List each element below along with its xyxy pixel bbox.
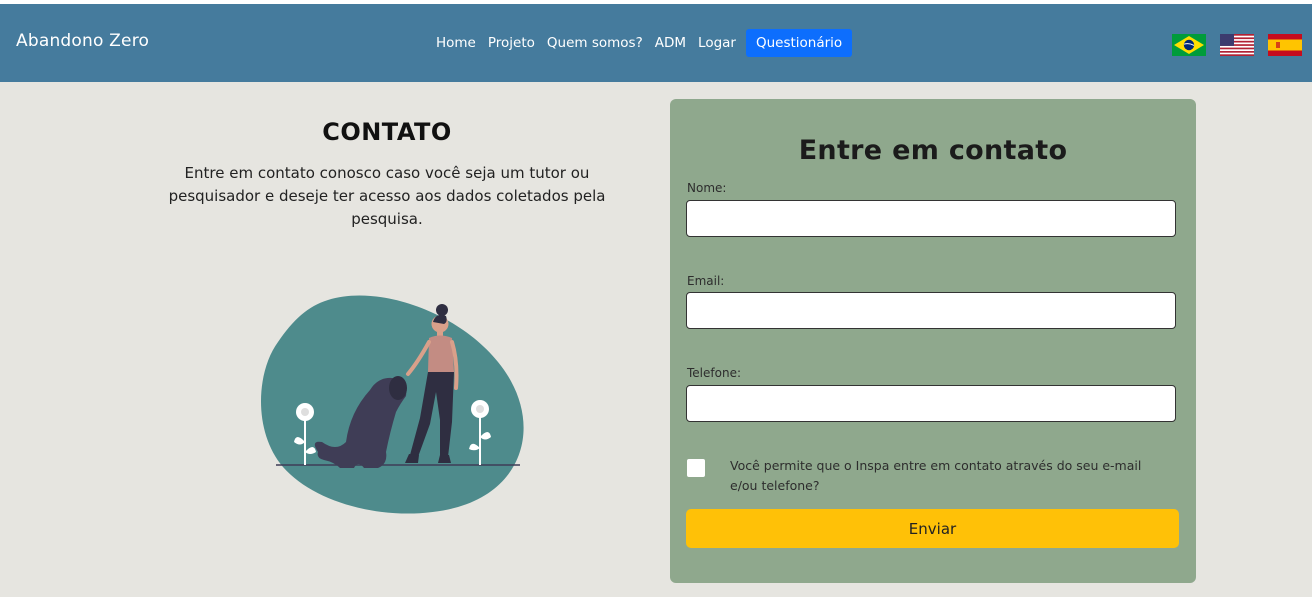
phone-label: Telefone:: [687, 366, 741, 380]
nav-link-questionario[interactable]: Questionário: [745, 29, 853, 57]
submit-button[interactable]: Enviar: [686, 509, 1179, 548]
contact-title: CONTATO: [322, 118, 452, 146]
nav-link-home[interactable]: Home: [432, 29, 480, 57]
nav-link-quem-somos[interactable]: Quem somos?: [543, 29, 647, 57]
consent-checkbox[interactable]: [687, 459, 705, 477]
nav-link-logar[interactable]: Logar: [694, 29, 740, 57]
form-title: Entre em contato: [798, 135, 1068, 166]
spain-flag-icon[interactable]: [1268, 34, 1302, 56]
email-input[interactable]: [686, 292, 1176, 329]
navbar: Abandono Zero Home Projeto Quem somos? A…: [0, 4, 1312, 82]
language-selector: [1172, 34, 1302, 56]
nav-link-adm[interactable]: ADM: [651, 29, 690, 57]
brazil-flag-icon[interactable]: [1172, 34, 1206, 56]
brand-logo[interactable]: Abandono Zero: [16, 31, 149, 51]
contact-description: Entre em contato conosco caso você seja …: [168, 164, 606, 228]
main-nav: Home Projeto Quem somos? ADM Logar Quest…: [432, 29, 856, 57]
woman-petting-dog-illustration: [260, 295, 524, 514]
phone-input[interactable]: [686, 385, 1176, 422]
usa-flag-icon[interactable]: [1220, 34, 1254, 56]
name-label: Nome:: [687, 181, 727, 195]
name-input[interactable]: [686, 200, 1176, 237]
consent-label: Você permite que o Inspa entre em contat…: [730, 458, 1142, 493]
email-label: Email:: [687, 274, 725, 288]
nav-link-projeto[interactable]: Projeto: [484, 29, 539, 57]
contact-form-card: Entre em contato Nome: Email: Telefone: …: [670, 99, 1196, 583]
